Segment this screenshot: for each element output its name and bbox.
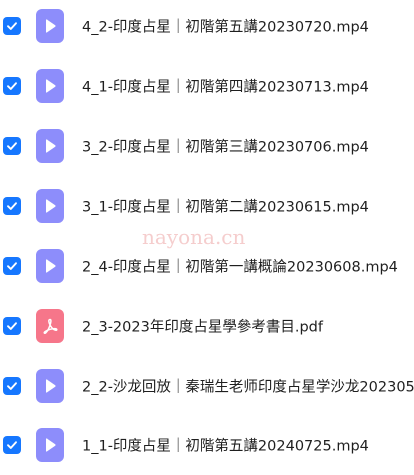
play-icon: [46, 139, 56, 153]
checkmark-icon: [7, 382, 17, 390]
video-file-icon: [36, 428, 64, 462]
video-file-icon: [36, 9, 64, 43]
file-row[interactable]: 4_2-印度占星｜初階第五講20230720.mp4: [0, 0, 414, 56]
play-icon: [46, 438, 56, 452]
checkmark-icon: [7, 441, 17, 449]
file-row[interactable]: 3_1-印度占星｜初階第二講20230615.mp4: [0, 176, 414, 236]
checkbox-checked[interactable]: [3, 77, 21, 95]
checkmark-icon: [7, 82, 17, 90]
checkbox-checked[interactable]: [3, 377, 21, 395]
file-row[interactable]: 1_1-印度占星｜初階第五講20240725.mp4: [0, 415, 414, 475]
file-name[interactable]: 2_3-2023年印度占星學參考書目.pdf: [82, 316, 323, 337]
file-row[interactable]: 3_2-印度占星｜初階第三講20230706.mp4: [0, 116, 414, 176]
file-row[interactable]: 4_1-印度占星｜初階第四講20230713.mp4: [0, 56, 414, 116]
checkmark-icon: [7, 142, 17, 150]
file-name[interactable]: 2_2-沙龙回放｜秦瑞生老师印度占星学沙龙20230511: [82, 376, 414, 397]
checkbox-checked[interactable]: [3, 317, 21, 335]
play-icon: [46, 379, 56, 393]
checkmark-icon: [7, 202, 17, 210]
checkmark-icon: [7, 22, 17, 30]
checkbox-checked[interactable]: [3, 257, 21, 275]
play-icon: [46, 259, 56, 273]
file-name[interactable]: 4_1-印度占星｜初階第四講20230713.mp4: [82, 76, 369, 97]
video-file-icon: [36, 369, 64, 403]
video-file-icon: [36, 249, 64, 283]
file-list: 4_2-印度占星｜初階第五講20230720.mp4 4_1-印度占星｜初階第四…: [0, 0, 414, 466]
play-icon: [46, 19, 56, 33]
checkbox-checked[interactable]: [3, 197, 21, 215]
play-icon: [46, 199, 56, 213]
play-icon: [46, 79, 56, 93]
checkmark-icon: [7, 322, 17, 330]
video-file-icon: [36, 129, 64, 163]
checkbox-checked[interactable]: [3, 436, 21, 454]
file-name[interactable]: 1_1-印度占星｜初階第五講20240725.mp4: [82, 435, 369, 456]
pdf-icon: [43, 318, 58, 334]
file-name[interactable]: 2_4-印度占星｜初階第一講概論20230608.mp4: [82, 256, 398, 277]
file-name[interactable]: 3_1-印度占星｜初階第二講20230615.mp4: [82, 196, 369, 217]
file-row[interactable]: 2_3-2023年印度占星學參考書目.pdf: [0, 296, 414, 356]
video-file-icon: [36, 69, 64, 103]
pdf-file-icon: [36, 309, 64, 343]
checkbox-checked[interactable]: [3, 17, 21, 35]
video-file-icon: [36, 189, 64, 223]
file-name[interactable]: 3_2-印度占星｜初階第三講20230706.mp4: [82, 136, 369, 157]
file-name[interactable]: 4_2-印度占星｜初階第五講20230720.mp4: [82, 16, 369, 37]
file-row[interactable]: 2_4-印度占星｜初階第一講概論20230608.mp4: [0, 236, 414, 296]
file-row[interactable]: 2_2-沙龙回放｜秦瑞生老师印度占星学沙龙20230511: [0, 356, 414, 416]
checkbox-checked[interactable]: [3, 137, 21, 155]
checkmark-icon: [7, 262, 17, 270]
